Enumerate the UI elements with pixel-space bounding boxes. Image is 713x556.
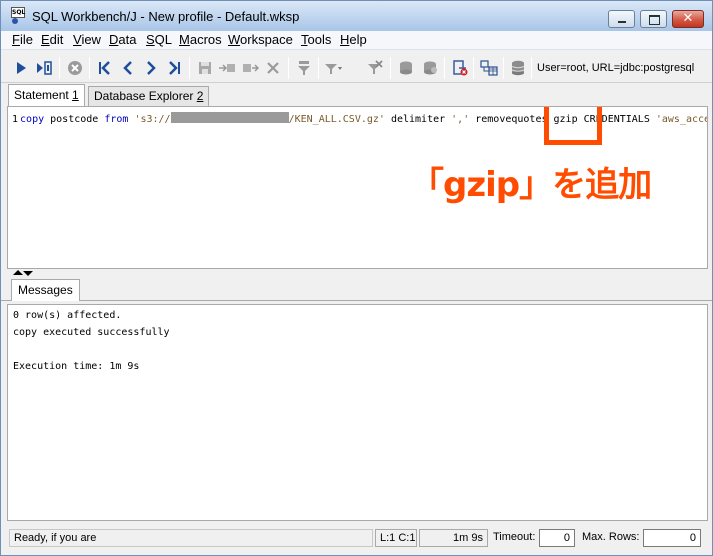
disconnect-icon[interactable] [450, 58, 470, 78]
execute-current-icon[interactable] [34, 58, 54, 78]
timeout-input[interactable]: 0 [539, 529, 575, 547]
tab-messages[interactable]: Messages [11, 279, 80, 301]
menu-data[interactable]: Data [109, 32, 136, 47]
messages-panel[interactable]: 0 row(s) affected. copy executed success… [7, 304, 708, 521]
menu-workspace[interactable]: Workspace [228, 32, 293, 47]
menu-edit[interactable]: Edit [41, 32, 63, 47]
last-statement-icon[interactable] [164, 58, 184, 78]
redacted-bucket-path [170, 112, 289, 123]
title-bar[interactable]: SQL SQL Workbench/J - New profile - Defa… [1, 1, 712, 31]
connection-info-icon[interactable] [508, 58, 528, 78]
connection-info-label: User=root, URL=jdbc:postgresql [537, 62, 695, 74]
status-bar: Ready, if you are L:1 C:1 1m 9s Timeout:… [1, 527, 712, 549]
gzip-highlight-box [544, 107, 602, 145]
execute-icon[interactable] [11, 58, 31, 78]
close-button[interactable]: ✕ [672, 10, 704, 28]
previous-statement-icon[interactable] [118, 58, 138, 78]
line-number: 1 [12, 114, 19, 125]
max-rows-input[interactable]: 0 [643, 529, 701, 547]
window-title: SQL Workbench/J - New profile - Default.… [32, 9, 300, 24]
timeout-label: Timeout: [493, 531, 536, 543]
cursor-position: L:1 C:1 [375, 529, 417, 547]
insert-row-icon[interactable] [217, 58, 237, 78]
database-explorer-icon[interactable] [479, 58, 499, 78]
statement-tabs: Statement 1 Database Explorer 2 [1, 84, 712, 106]
annotation-label: 「gzip」を追加 [410, 165, 652, 205]
first-statement-icon[interactable] [95, 58, 115, 78]
filter-icon[interactable] [323, 58, 343, 78]
sql-editor[interactable]: 1 copy postcode from 's3:///KEN_ALL.CSV.g… [7, 106, 708, 269]
select-values-icon[interactable] [294, 58, 314, 78]
next-statement-icon[interactable] [141, 58, 161, 78]
menu-file[interactable]: File [12, 32, 33, 47]
menu-help[interactable]: Help [340, 32, 367, 47]
menu-macros[interactable]: Macros [179, 32, 222, 47]
max-rows-label: Max. Rows: [582, 531, 640, 543]
app-window: SQL SQL Workbench/J - New profile - Defa… [0, 0, 713, 556]
split-pane-divider[interactable] [1, 269, 712, 278]
toolbar: User=root, URL=jdbc:postgresql [1, 53, 712, 83]
rollback-icon[interactable] [420, 58, 440, 78]
expand-down-icon[interactable] [23, 271, 33, 276]
menu-view[interactable]: View [73, 32, 101, 47]
menu-tools[interactable]: Tools [301, 32, 331, 47]
menu-sql[interactable]: SQL [146, 32, 172, 47]
minimize-button[interactable] [608, 10, 635, 28]
save-data-icon[interactable] [195, 58, 215, 78]
message-line: copy executed successfully [13, 327, 170, 338]
close-icon: ✕ [682, 11, 694, 26]
tab-statement-1[interactable]: Statement 1 [8, 84, 85, 106]
message-line: Execution time: 1m 9s [13, 361, 140, 372]
commit-icon[interactable] [396, 58, 416, 78]
delete-row-icon[interactable] [263, 58, 283, 78]
remove-filter-icon[interactable] [365, 58, 385, 78]
menu-bar: File Edit View Data SQL Macros Workspace… [1, 31, 712, 50]
expand-up-icon[interactable] [13, 270, 23, 275]
maximize-button[interactable] [640, 10, 667, 28]
result-tabs: Messages [1, 279, 712, 301]
execution-time: 1m 9s [419, 529, 488, 547]
copy-row-icon[interactable] [240, 58, 260, 78]
sql-statement-line: 1 copy postcode from 's3:///KEN_ALL.CSV.g… [12, 112, 708, 125]
cancel-statement-icon[interactable] [65, 58, 85, 78]
sql-workbench-icon: SQL [10, 7, 26, 25]
tab-database-explorer-2[interactable]: Database Explorer 2 [88, 86, 210, 106]
message-line: 0 row(s) affected. [13, 310, 122, 321]
status-message: Ready, if you are [9, 529, 373, 547]
